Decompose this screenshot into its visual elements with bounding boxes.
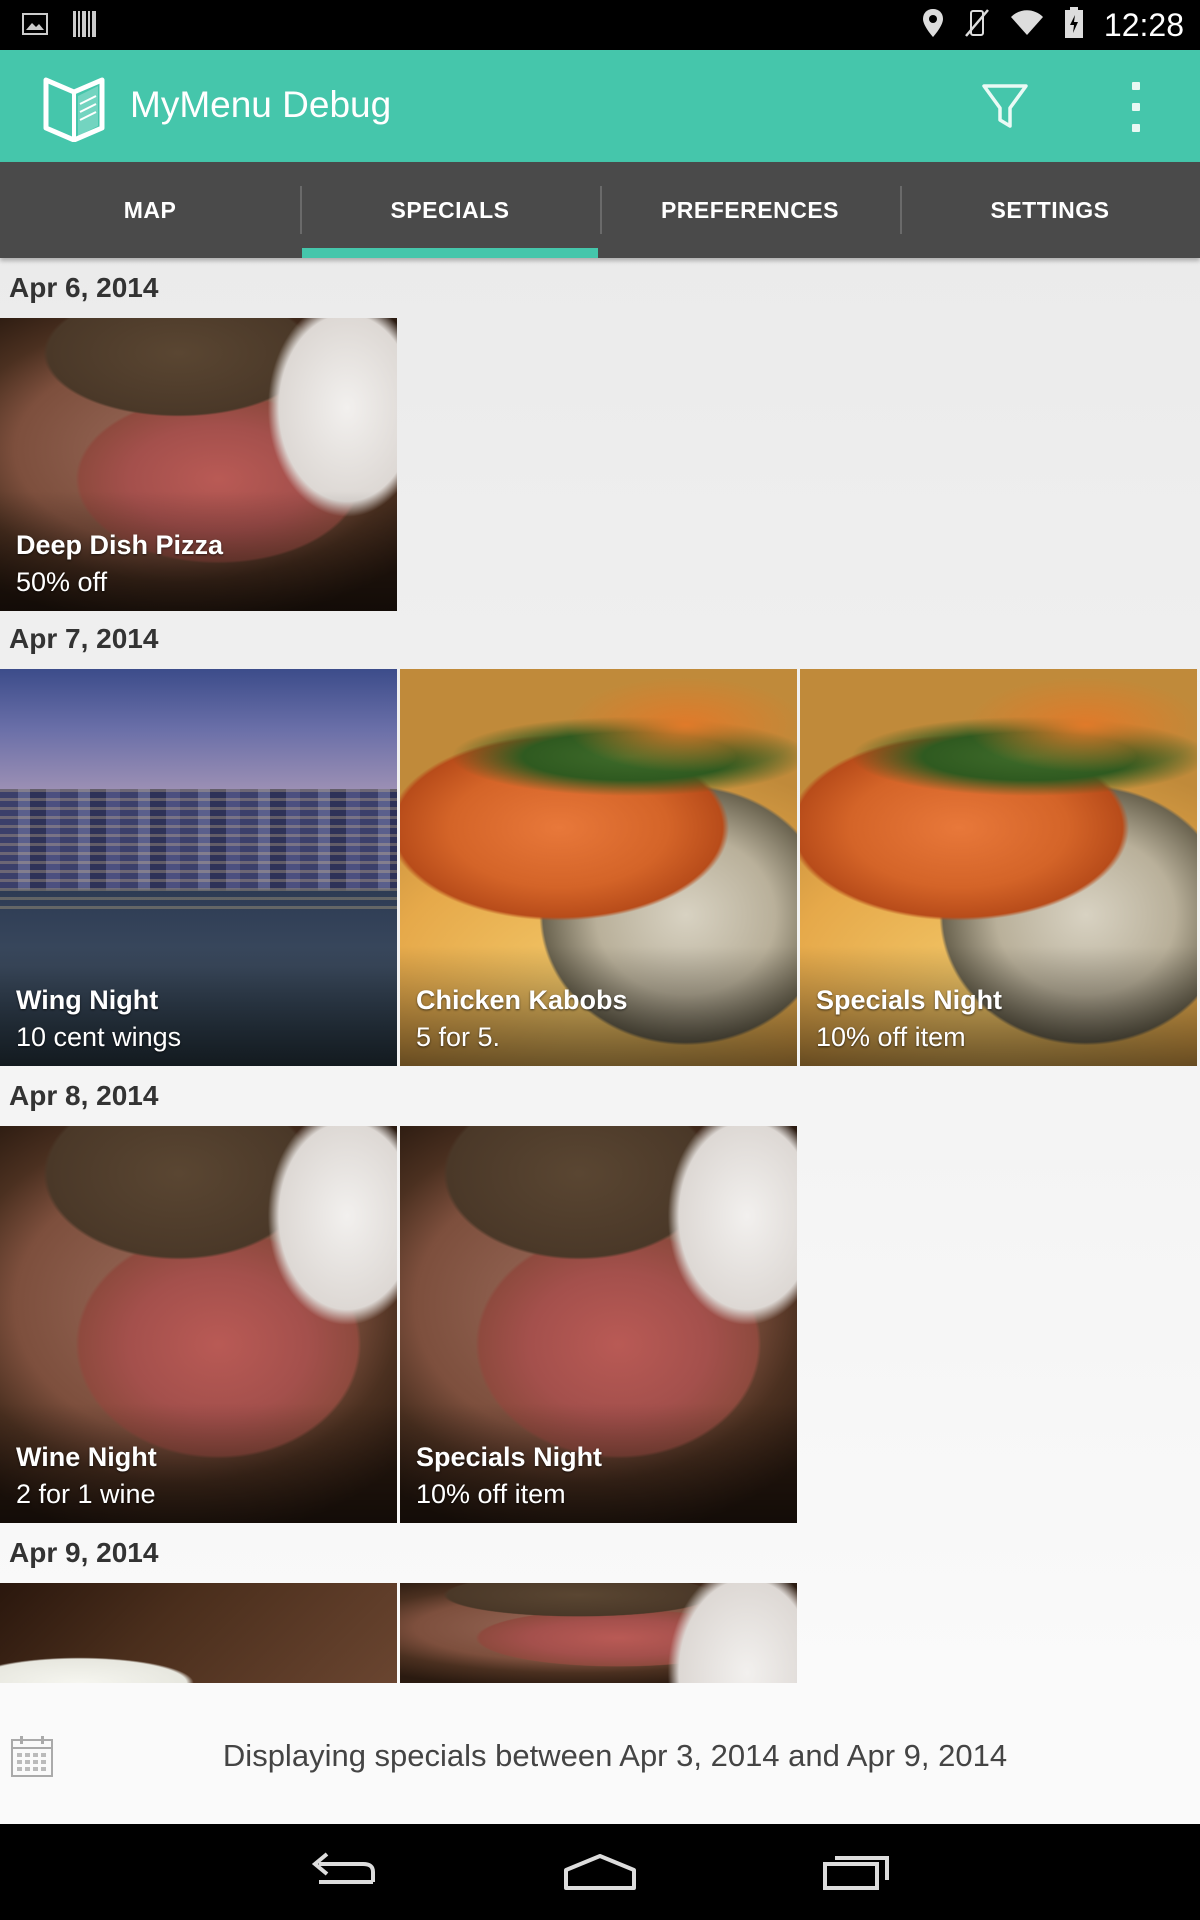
date-range-bar: Displaying specials between Apr 3, 2014 … bbox=[0, 1694, 1200, 1824]
special-tile[interactable]: Wing Night 10 cent wings bbox=[0, 669, 397, 1066]
tab-preferences-label: PREFERENCES bbox=[660, 196, 840, 223]
status-bar: 12:28 bbox=[0, 0, 1200, 50]
special-subtitle: 2 for 1 wine bbox=[16, 1479, 156, 1509]
special-tile[interactable] bbox=[400, 1583, 797, 1683]
specials-row: Wing Night 10 cent wings Chicken Kabobs … bbox=[0, 669, 1200, 1066]
special-subtitle: 5 for 5. bbox=[416, 1022, 501, 1052]
special-tile[interactable] bbox=[0, 1583, 397, 1683]
date-header: Apr 6, 2014 bbox=[9, 272, 159, 303]
special-tile[interactable]: Chicken Kabobs 5 for 5. bbox=[400, 669, 797, 1066]
barcode-notification-icon bbox=[72, 10, 98, 43]
tile-image-lights bbox=[0, 789, 397, 909]
specials-row: Wine Night 2 for 1 wine Specials Night 1… bbox=[0, 1126, 1200, 1523]
special-title: Wing Night bbox=[16, 985, 159, 1015]
date-header: Apr 7, 2014 bbox=[9, 623, 159, 654]
wifi-icon bbox=[1010, 9, 1044, 42]
app-title: MyMenu Debug bbox=[130, 84, 392, 125]
special-title: Wine Night bbox=[16, 1442, 157, 1472]
tab-preferences[interactable]: PREFERENCES bbox=[600, 162, 900, 258]
tab-specials-label: SPECIALS bbox=[390, 196, 510, 223]
specials-row bbox=[0, 1583, 1200, 1683]
vibrate-off-icon bbox=[964, 8, 990, 43]
battery-icon bbox=[1064, 6, 1084, 44]
special-tile[interactable]: Specials Night 10% off item bbox=[400, 1126, 797, 1523]
tile-image-sky bbox=[0, 669, 397, 789]
clock: 12:28 bbox=[1103, 7, 1184, 43]
special-subtitle: 10 cent wings bbox=[16, 1022, 182, 1052]
action-bar: MyMenu Debug bbox=[0, 50, 1200, 162]
special-title: Specials Night bbox=[416, 1442, 603, 1472]
overflow-menu-icon[interactable] bbox=[1118, 82, 1154, 132]
tab-settings[interactable]: SETTINGS bbox=[900, 162, 1200, 258]
location-icon bbox=[922, 8, 944, 43]
date-range-text: Displaying specials between Apr 3, 2014 … bbox=[222, 1738, 1008, 1773]
tab-specials[interactable]: SPECIALS bbox=[300, 162, 600, 258]
picture-notification-icon bbox=[22, 13, 48, 40]
date-header: Apr 8, 2014 bbox=[9, 1080, 159, 1111]
special-tile[interactable]: Wine Night 2 for 1 wine bbox=[0, 1126, 397, 1523]
special-subtitle: 50% off bbox=[16, 567, 108, 597]
specials-list[interactable]: Apr 6, 2014 Deep Dish Pizza 50% off Apr … bbox=[0, 258, 1200, 1694]
special-title: Chicken Kabobs bbox=[416, 985, 628, 1015]
specials-row: Deep Dish Pizza 50% off bbox=[0, 318, 1200, 611]
special-title: Deep Dish Pizza bbox=[16, 530, 224, 560]
tab-map[interactable]: MAP bbox=[0, 162, 300, 258]
back-icon[interactable] bbox=[298, 1844, 388, 1900]
recents-icon[interactable] bbox=[812, 1844, 902, 1900]
special-subtitle: 10% off item bbox=[816, 1022, 966, 1052]
special-tile[interactable]: Specials Night 10% off item bbox=[800, 669, 1197, 1066]
special-tile[interactable]: Deep Dish Pizza 50% off bbox=[0, 318, 397, 611]
app-logo-icon[interactable] bbox=[42, 70, 106, 143]
filter-icon[interactable] bbox=[980, 80, 1030, 134]
special-title: Specials Night bbox=[816, 985, 1003, 1015]
tab-bar: MAP SPECIALS PREFERENCES SETTINGS bbox=[0, 162, 1200, 258]
date-header: Apr 9, 2014 bbox=[9, 1537, 159, 1568]
special-subtitle: 10% off item bbox=[416, 1479, 566, 1509]
navigation-bar bbox=[0, 1824, 1200, 1920]
home-icon[interactable] bbox=[555, 1844, 645, 1900]
tab-map-label: MAP bbox=[123, 196, 177, 223]
tab-settings-label: SETTINGS bbox=[990, 196, 1110, 223]
